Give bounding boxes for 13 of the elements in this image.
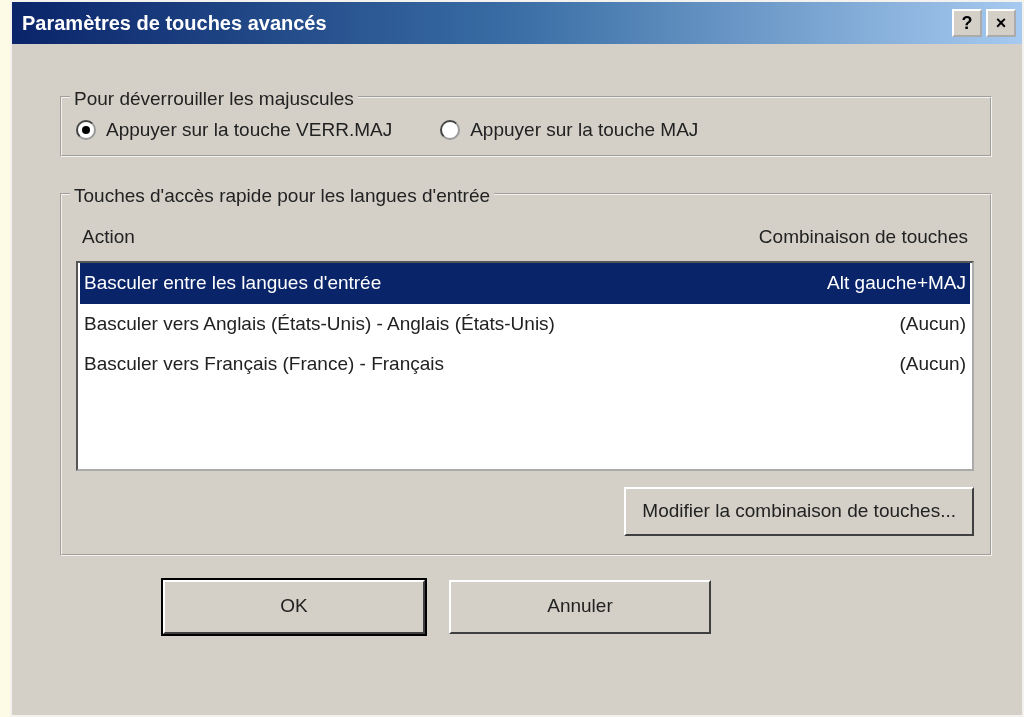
window-title: Paramètres de touches avancés [22,11,328,36]
cancel-button[interactable]: Annuler [449,579,711,634]
list-row[interactable]: Basculer vers Anglais (États-Unis) - Anglais (États-Unis) (Aucun) [80,303,970,344]
column-header[interactable]: Action [82,222,135,251]
list-row[interactable]: Basculer vers Français (France) - Français (Aucun) [80,344,970,385]
help-button[interactable]: ? [952,9,982,37]
close-button[interactable]: × [986,9,1016,37]
radio-option[interactable]: Appuyer sur la touche MAJ [440,116,699,145]
column-header[interactable]: Combinaison de touches [758,222,968,251]
change-keys-button[interactable]: Modifier la combinaison de touches... [624,487,974,536]
ok-button[interactable]: OK [163,579,425,634]
radio-option[interactable]: Appuyer sur la touche VERR.MAJ [76,116,393,145]
list-row[interactable]: Basculer entre les langues d'entrée Alt gauche+MAJ [80,263,970,304]
